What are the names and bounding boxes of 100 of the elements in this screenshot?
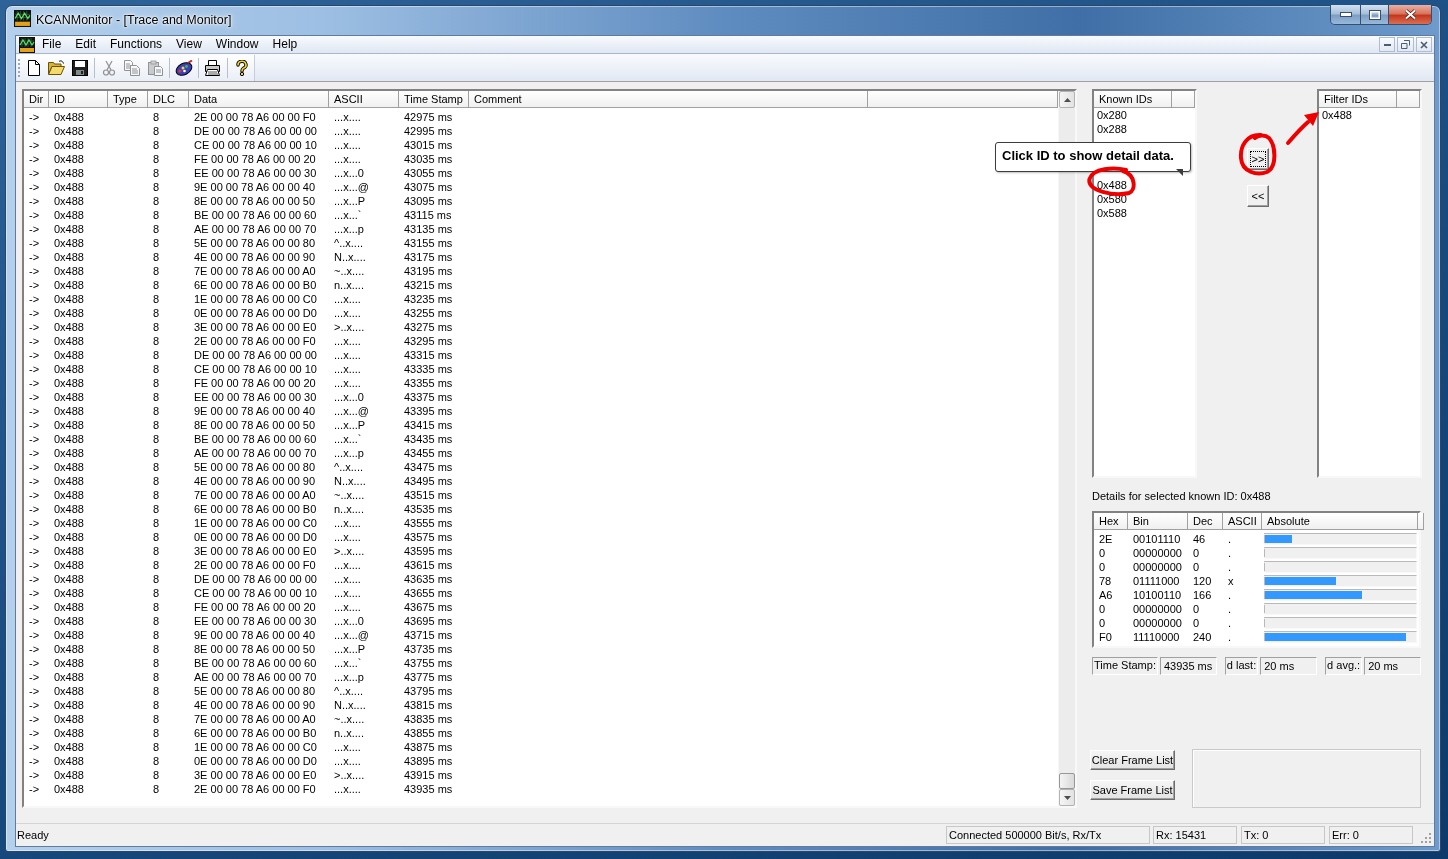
table-cell-text: -> bbox=[28, 530, 41, 544]
table-cell-text: FE 00 00 78 A6 00 00 20 bbox=[193, 152, 317, 166]
table-cell-text: BE 00 00 78 A6 00 00 60 bbox=[193, 656, 318, 670]
table-cell-text: >..x.... bbox=[333, 768, 366, 782]
scroll-down-button[interactable] bbox=[1059, 789, 1075, 806]
resize-grip-icon bbox=[1420, 832, 1432, 844]
table-cell-text: 8 bbox=[152, 236, 161, 250]
table-cell-text: -> bbox=[28, 474, 41, 488]
table-cell-text: . bbox=[1227, 616, 1233, 630]
table-cell-text: >..x.... bbox=[333, 544, 366, 558]
table-cell-text: 3E 00 00 78 A6 00 00 E0 bbox=[193, 320, 318, 334]
column-header[interactable]: Time Stamp bbox=[399, 91, 469, 108]
table-cell-text: ^..x.... bbox=[333, 236, 364, 250]
column-header[interactable]: Hex bbox=[1094, 513, 1128, 530]
column-header[interactable]: DLC bbox=[148, 91, 189, 108]
scroll-up-button[interactable] bbox=[1059, 91, 1075, 108]
menu-item[interactable]: File bbox=[35, 36, 69, 53]
scroll-thumb[interactable] bbox=[1059, 773, 1075, 789]
column-header[interactable]: Comment bbox=[469, 91, 868, 108]
move-button[interactable]: >> bbox=[1247, 148, 1269, 170]
table-cell-text: 8 bbox=[152, 614, 161, 628]
table-cell-text: -> bbox=[28, 642, 41, 656]
table-cell-text: 6E 00 00 78 A6 00 00 B0 bbox=[193, 502, 318, 516]
column-header[interactable]: ASCII bbox=[329, 91, 399, 108]
maximize-button[interactable] bbox=[1360, 5, 1388, 24]
table-cell-text: 42975 ms bbox=[403, 110, 454, 124]
table-cell-text: 0x488 bbox=[53, 376, 85, 390]
table-cell-text: 43615 ms bbox=[403, 558, 454, 572]
list-item[interactable]: 0x488 bbox=[1094, 178, 1129, 192]
status-panel: Tx: 0 bbox=[1241, 826, 1325, 844]
menu-item[interactable]: View bbox=[169, 36, 209, 53]
close-button[interactable] bbox=[1416, 37, 1432, 52]
table-cell-text: ...x.... bbox=[333, 348, 362, 362]
menu-item[interactable]: Window bbox=[208, 36, 266, 53]
table-cell-text: 43755 ms bbox=[403, 656, 454, 670]
table-cell-text: 43355 ms bbox=[403, 376, 454, 390]
table-cell-text: 4E 00 00 78 A6 00 00 90 bbox=[193, 698, 317, 712]
column-header[interactable]: ASCII bbox=[1223, 513, 1262, 530]
table-cell-text: ...x.... bbox=[333, 530, 362, 544]
column-header[interactable]: Dec bbox=[1188, 513, 1223, 530]
table-cell-text: 43175 ms bbox=[403, 250, 454, 264]
table-cell-text: 8 bbox=[152, 320, 161, 334]
table-cell-text: ~..x.... bbox=[333, 264, 366, 278]
table-cell-text: 8 bbox=[152, 670, 161, 684]
table-cell-text: 43815 ms bbox=[403, 698, 454, 712]
table-cell-text: -> bbox=[28, 222, 41, 236]
table-cell-text: ...x...@ bbox=[333, 180, 370, 194]
close-button[interactable] bbox=[1388, 5, 1431, 24]
table-cell-text: ...x.... bbox=[333, 124, 362, 138]
list-item[interactable]: 0x488 bbox=[1319, 108, 1354, 122]
table-cell-text: ...x.... bbox=[333, 362, 362, 376]
table-cell-text: ...x...0 bbox=[333, 390, 365, 404]
minimize-button[interactable] bbox=[1379, 37, 1395, 52]
table-cell-text: 3E 00 00 78 A6 00 00 E0 bbox=[193, 544, 318, 558]
table-cell-text: 120 bbox=[1192, 574, 1213, 588]
table-cell-text: 0x488 bbox=[53, 306, 85, 320]
table-cell-text: BE 00 00 78 A6 00 00 60 bbox=[193, 432, 318, 446]
list-item[interactable]: 0x288 bbox=[1094, 122, 1129, 136]
column-header[interactable]: Type bbox=[108, 91, 148, 108]
clipboard-icon bbox=[146, 59, 163, 76]
table-cell-text: -> bbox=[28, 614, 41, 628]
menu-item[interactable]: Help bbox=[265, 36, 305, 53]
table-cell-text: 0x488 bbox=[53, 180, 85, 194]
column-header[interactable]: Absolute bbox=[1262, 513, 1418, 530]
table-cell-text: -> bbox=[28, 572, 41, 586]
menu-item[interactable]: Functions bbox=[103, 36, 170, 53]
up-arrow-icon bbox=[1063, 97, 1071, 102]
column-header[interactable]: Data bbox=[189, 91, 329, 108]
table-cell-text: -> bbox=[28, 670, 41, 684]
column-header[interactable]: Known IDs bbox=[1094, 91, 1172, 108]
table-cell-text: -> bbox=[28, 502, 41, 516]
table-cell-text: 9E 00 00 78 A6 00 00 40 bbox=[193, 180, 317, 194]
table-cell-text: 0x488 bbox=[53, 446, 85, 460]
table-cell-text: AE 00 00 78 A6 00 00 70 bbox=[193, 222, 318, 236]
column-header[interactable]: Filter IDs bbox=[1319, 91, 1397, 108]
push-button[interactable]: Save Frame List bbox=[1090, 780, 1175, 800]
column-header[interactable]: Bin bbox=[1128, 513, 1188, 530]
column-header[interactable]: Dir bbox=[24, 91, 49, 108]
window-title: KCANMonitor - [Trace and Monitor] bbox=[36, 12, 232, 28]
table-cell-text: AE 00 00 78 A6 00 00 70 bbox=[193, 670, 318, 684]
table-cell-text: -> bbox=[28, 292, 41, 306]
push-button[interactable]: Clear Frame List bbox=[1090, 750, 1175, 770]
table-cell-text: -> bbox=[28, 306, 41, 320]
table-cell-text: -> bbox=[28, 600, 41, 614]
table-cell-text: 46 bbox=[1192, 532, 1207, 546]
table-cell-text: 43055 ms bbox=[403, 166, 454, 180]
move-button[interactable]: << bbox=[1247, 185, 1269, 207]
minimize-button[interactable] bbox=[1331, 5, 1360, 24]
table-cell-text: -> bbox=[28, 376, 41, 390]
table-cell-text: 0x488 bbox=[53, 684, 85, 698]
restore-button[interactable] bbox=[1397, 37, 1414, 52]
table-cell-text: 43675 ms bbox=[403, 600, 454, 614]
menu-item[interactable]: Edit bbox=[68, 36, 104, 53]
list-item[interactable]: 0x588 bbox=[1094, 206, 1129, 220]
table-cell-text: -> bbox=[28, 334, 41, 348]
table-cell-text: 0x488 bbox=[53, 782, 85, 796]
list-item[interactable]: 0x280 bbox=[1094, 108, 1129, 122]
column-header[interactable]: ID bbox=[49, 91, 108, 108]
annotation-arrow bbox=[1285, 110, 1319, 146]
table-cell-text: -> bbox=[28, 390, 41, 404]
